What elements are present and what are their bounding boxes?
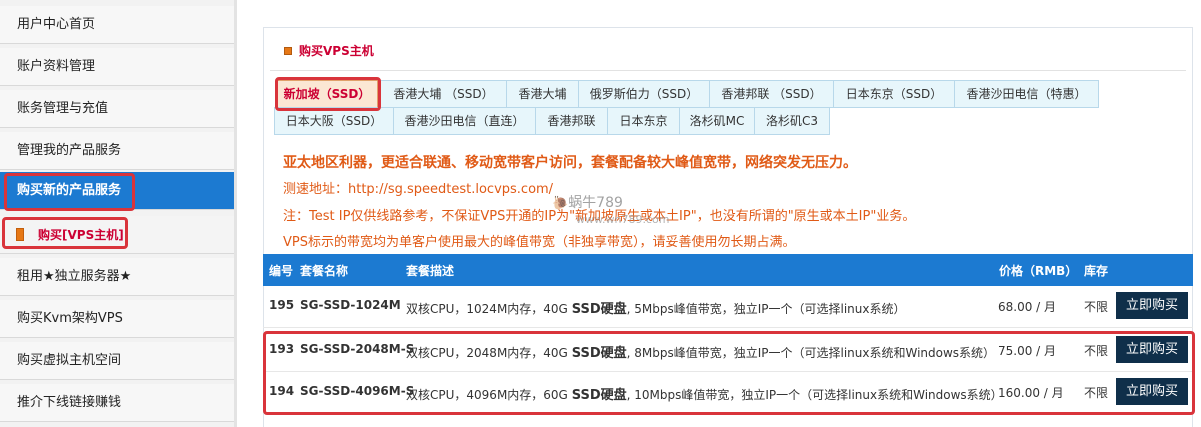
plan-description: 双核CPU，2048M内存，40G SSD硬盘, 8Mbps峰值带宽，独立IP一… [406, 346, 996, 361]
sidebar-divider [234, 0, 237, 427]
plans-table-header: 编号 套餐名称 套餐描述 价格（RMB） 库存 [263, 254, 1193, 286]
sidebar-item-referral[interactable]: 推介下线链接赚钱 [0, 384, 234, 422]
tab-hk-shatin-telecom-special[interactable]: 香港沙田电信（特惠） [954, 80, 1099, 108]
sidebar-item-buy-virtual-host[interactable]: 购买虚拟主机空间 [0, 342, 234, 380]
sidebar-item-user-home[interactable]: 用户中心首页 [0, 6, 234, 44]
snail-icon: 🐌 [552, 196, 569, 211]
panel-title: 购买VPS主机 [284, 42, 374, 59]
sidebar-item-buy-new-products[interactable]: 购买新的产品服务 [0, 172, 234, 210]
tab-los-angeles-c3[interactable]: 洛杉矶C3 [754, 107, 830, 135]
speedtest-text: 测速地址：http://sg.speedtest.locvps.com/ [283, 182, 554, 197]
col-header-name: 套餐名称 [300, 264, 349, 278]
buy-now-button[interactable]: 立即购买 [1116, 378, 1188, 405]
table-row: 194 SG-SSD-4096M-S 双核CPU，4096M内存，60G SSD… [263, 372, 1193, 412]
plan-name: SG-SSD-4096M-S [300, 384, 415, 398]
col-header-stock: 库存 [1084, 264, 1109, 278]
plan-name: SG-SSD-1024M [300, 298, 401, 312]
vps-bullet-icon [16, 228, 24, 241]
plan-description: 双核CPU，1024M内存，40G SSD硬盘, 5Mbps峰值带宽，独立IP一… [406, 302, 906, 317]
tab-singapore-ssd[interactable]: 新加坡（SSD） [276, 80, 378, 108]
tab-japan-osaka-ssd[interactable]: 日本大阪（SSD） [274, 107, 394, 135]
plan-description: 双核CPU，4096M内存，60G SSD硬盘, 10Mbps峰值带宽，独立IP… [406, 388, 1003, 403]
promo-headline: 亚太地区利器，更适合联通、移动宽带客户访问，套餐配备较大峰值宽带，网络突发无压力… [283, 155, 857, 171]
plan-id: 194 [269, 384, 295, 398]
plan-name: SG-SSD-2048M-S [300, 342, 415, 356]
col-header-desc: 套餐描述 [406, 264, 455, 278]
bandwidth-note: VPS标示的带宽均为单客户使用最大的峰值带宽（非独享带宽），请妥善使用勿长期占满… [283, 235, 796, 250]
tab-japan-tokyo-ssd[interactable]: 日本东京（SSD） [833, 80, 955, 108]
watermark-name: 蜗牛789 [568, 195, 623, 211]
plan-id: 195 [269, 298, 295, 312]
sidebar-subitem-buy-vps[interactable]: 购买[VPS主机] [0, 216, 234, 254]
table-row: 195 SG-SSD-1024M 双核CPU，1024M内存，40G SSD硬盘… [263, 286, 1193, 326]
plan-id: 193 [269, 342, 295, 356]
sidebar-subitem-label: 购买[VPS主机] [38, 228, 124, 242]
col-header-id: 编号 [269, 264, 294, 278]
sidebar-item-buy-kvm-vps[interactable]: 购买Kvm架构VPS [0, 300, 234, 338]
plan-price: 75.00 / 月 [998, 344, 1057, 358]
plan-price: 68.00 / 月 [998, 300, 1057, 314]
plan-stock: 不限 [1084, 300, 1109, 314]
tab-hk-banglian-ssd[interactable]: 香港邦联 （SSD） [709, 80, 834, 108]
sidebar: 用户中心首页 账户资料管理 账务管理与充值 管理我的产品服务 购买新的产品服务 … [0, 0, 234, 427]
sidebar-item-manage-products[interactable]: 管理我的产品服务 [0, 132, 234, 170]
buy-now-button[interactable]: 立即购买 [1116, 292, 1188, 319]
tab-russia-khabarovsk-ssd[interactable]: 俄罗斯伯力（SSD） [578, 80, 710, 108]
plan-stock: 不限 [1084, 386, 1109, 400]
tab-hk-shatin-telecom-direct[interactable]: 香港沙田电信（直连） [393, 107, 536, 135]
title-divider [270, 70, 1186, 71]
tab-hk-taipo[interactable]: 香港大埔 [506, 80, 579, 108]
table-row: 193 SG-SSD-2048M-S 双核CPU，2048M内存，40G SSD… [263, 330, 1193, 370]
tab-japan-tokyo[interactable]: 日本东京 [607, 107, 680, 135]
panel-title-text: 购买VPS主机 [299, 44, 374, 58]
tab-hk-taipo-ssd[interactable]: 香港大埔 （SSD） [380, 80, 507, 108]
watermark-logo: 🐌蜗牛789 [552, 192, 623, 212]
watermark-url: www.wn789.com [576, 213, 670, 226]
sidebar-item-account-profile[interactable]: 账户资料管理 [0, 48, 234, 86]
tab-hk-banglian[interactable]: 香港邦联 [535, 107, 608, 135]
plan-price: 160.00 / 月 [998, 386, 1064, 400]
title-bullet-icon [284, 47, 292, 55]
tab-los-angeles-mc[interactable]: 洛杉矶MC [679, 107, 755, 135]
sidebar-item-dedicated-server[interactable]: 租用★独立服务器★ [0, 258, 234, 296]
col-header-price: 价格（RMB） [999, 264, 1078, 278]
sidebar-item-billing-recharge[interactable]: 账务管理与充值 [0, 90, 234, 128]
buy-now-button[interactable]: 立即购买 [1116, 336, 1188, 363]
row-divider [263, 327, 1193, 328]
plan-stock: 不限 [1084, 344, 1109, 358]
